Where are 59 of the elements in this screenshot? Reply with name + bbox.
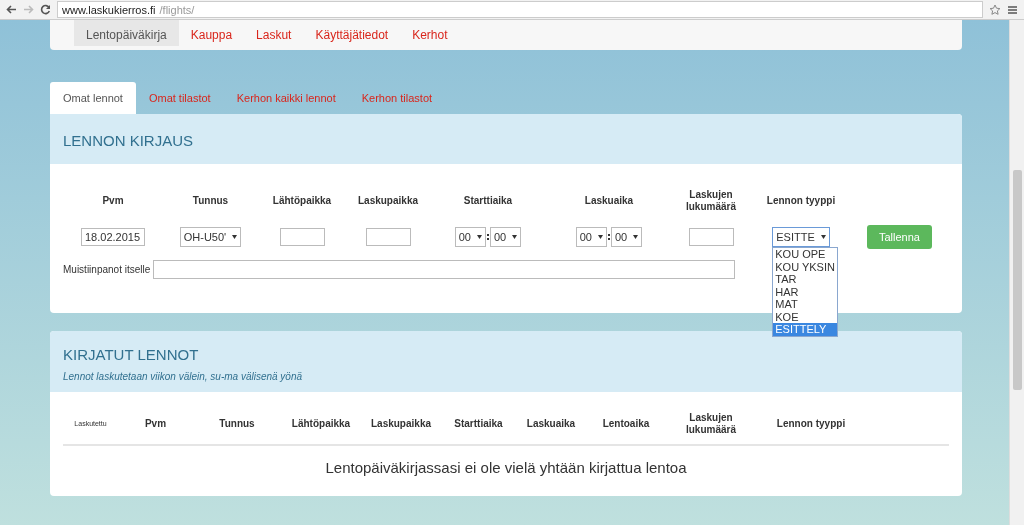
text-field[interactable] [365,228,411,246]
caret-icon [512,235,518,239]
text-field[interactable] [279,228,325,246]
column-header: Lennon tyyppi [775,418,847,430]
menu-icon[interactable] [1007,4,1018,15]
field-label: Laskuaika [584,194,634,208]
column-header: Tunnus [218,418,256,430]
minute-select[interactable]: 00 [490,227,522,247]
field-label: Laskupaikka [357,194,418,208]
field-label: Laskujen lukumäärä [685,188,737,214]
caret-icon [232,235,238,239]
field-label: Lennon tyyppi [766,194,836,208]
scrollbar[interactable] [1009,20,1024,525]
empty-message: Lentopäiväkirjassasi ei ole vielä yhtään kirjattua lentoa [324,458,688,478]
field-label: Pvm [102,194,124,208]
reload-icon[interactable] [40,4,51,15]
nav-tab[interactable]: Kauppa [178,20,245,46]
select-field[interactable]: OH-U50' [179,227,242,247]
caret-icon [820,235,826,239]
star-icon[interactable] [989,3,1001,16]
caret-icon [477,235,482,239]
caret-icon [633,235,639,239]
nav-tab[interactable]: Kerhot [400,20,460,46]
select-field[interactable]: ESITTE [772,227,830,247]
dropdown-option[interactable]: KOE [773,310,837,323]
dropdown-option[interactable]: KOU OPE [773,248,837,261]
notes-label: Muistiinpanot itselle [63,264,151,275]
hour-select[interactable]: 00 [454,227,486,247]
dropdown-option[interactable]: MAT [773,298,837,311]
tab[interactable]: Omat lennot [50,82,136,114]
column-header: Lentoaika [601,418,651,430]
nav-tab[interactable]: Lentopäiväkirja [74,20,179,46]
nav-tab[interactable]: Laskut [244,20,304,46]
panel-header: LENNON KIRJAUS [50,114,962,164]
dropdown-option[interactable]: KOU YKSIN [773,260,837,273]
dropdown-option[interactable]: TAR [773,273,837,286]
panel-subtitle: Lennot laskutetaan viikon välein, su-ma välisenä yönä [63,371,304,382]
dropdown-option[interactable]: HAR [773,285,837,298]
caret-icon [598,235,603,239]
field-label: Starttiaika [463,194,513,208]
text-field[interactable]: 18.02.2015 [81,228,145,246]
column-header: Laskupaikka [369,418,432,430]
field-label: Tunnus [192,194,229,208]
address-bar[interactable]: www.laskukierros.fi /flights/ [57,1,983,18]
notes-field[interactable] [153,260,736,279]
panel-title: KIRJATUT LENNOT [63,346,199,363]
hour-select[interactable]: 00 [575,227,607,247]
nav-tab[interactable]: Käyttäjätiedot [303,20,401,46]
column-header: Laskujen lukumäärä [685,412,737,436]
field-label: Lähtöpaikka [272,194,332,208]
forward-icon[interactable] [23,5,34,14]
column-header: Laskuaika [525,418,577,430]
column-header: Starttiaika [453,418,504,430]
column-header: Lähtöpaikka [290,418,352,430]
column-header: Pvm [143,418,168,430]
back-icon[interactable] [6,5,17,14]
dropdown-option[interactable]: ESITTELY [773,323,837,336]
minute-select[interactable]: 00 [611,227,643,247]
text-field[interactable] [688,228,734,246]
